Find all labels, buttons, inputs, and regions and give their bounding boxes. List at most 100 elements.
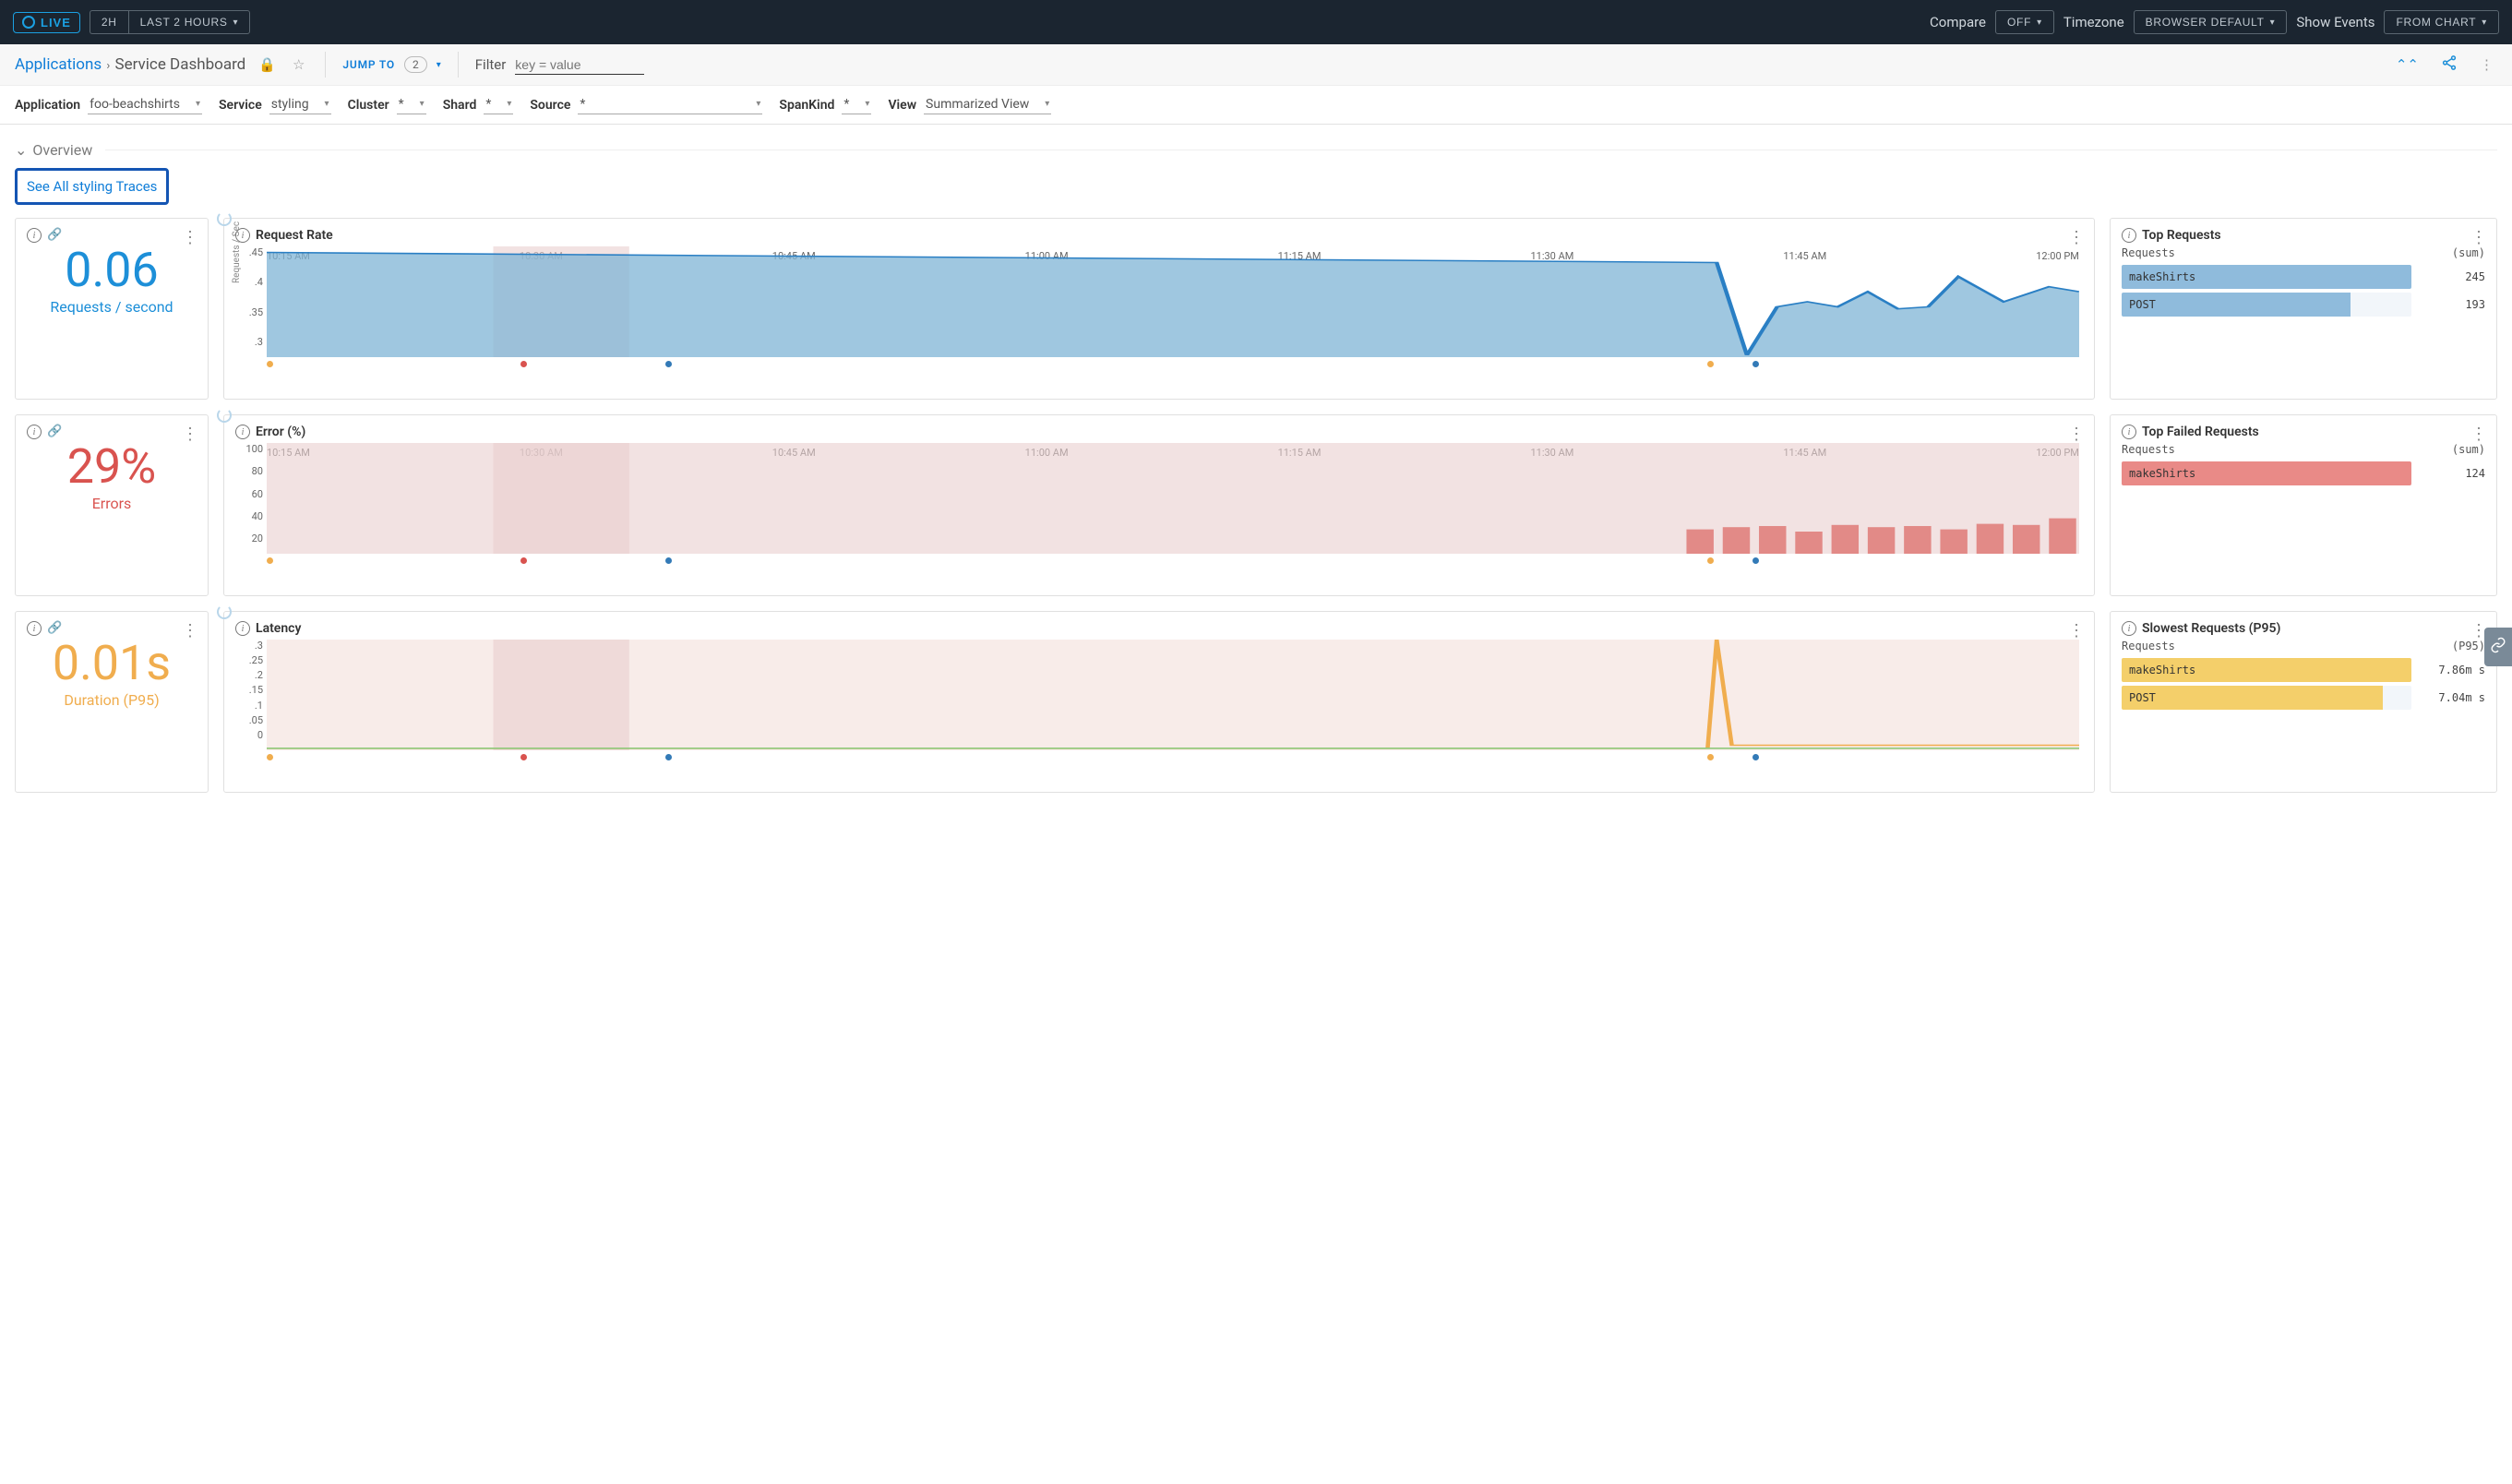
errors-value: 29% bbox=[27, 443, 197, 491]
filter-spankind-select[interactable]: *▾ bbox=[842, 95, 871, 114]
jump-to-button[interactable]: JUMP TO bbox=[342, 58, 395, 71]
bar-row[interactable]: makeShirts7.86m s bbox=[2122, 658, 2485, 682]
compare-button[interactable]: OFF ▾ bbox=[1995, 10, 2054, 34]
event-dot[interactable] bbox=[1752, 754, 1759, 760]
card-menu-icon[interactable]: ⋮ bbox=[182, 228, 198, 247]
event-dot[interactable] bbox=[665, 557, 672, 564]
see-all-traces-highlight: See All styling Traces bbox=[15, 168, 169, 205]
star-icon[interactable]: ☆ bbox=[289, 54, 308, 75]
event-dot[interactable] bbox=[1707, 361, 1714, 367]
link-icon[interactable]: 🔗 bbox=[47, 425, 62, 439]
requests-value: 0.06 bbox=[27, 246, 197, 294]
time-range-long-button[interactable]: LAST 2 HOURS ▾ bbox=[128, 10, 251, 34]
chart-title: Error (%) bbox=[256, 425, 305, 439]
slowest-requests-card: i Slowest Requests (P95) ⋮ Requests(P95)… bbox=[2110, 611, 2497, 793]
filter-cluster-label: Cluster bbox=[348, 98, 389, 113]
card-menu-icon[interactable]: ⋮ bbox=[2470, 425, 2487, 444]
card-menu-icon[interactable]: ⋮ bbox=[182, 621, 198, 640]
request-rate-chart[interactable] bbox=[267, 246, 2079, 357]
filter-source-select[interactable]: *▾ bbox=[578, 95, 762, 114]
event-dot[interactable] bbox=[520, 361, 527, 367]
link-icon[interactable]: 🔗 bbox=[47, 228, 62, 243]
breadcrumb-current: Service Dashboard bbox=[115, 55, 246, 74]
card-menu-icon[interactable]: ⋮ bbox=[2068, 621, 2085, 640]
info-icon[interactable]: i bbox=[2122, 621, 2136, 636]
filter-input[interactable] bbox=[515, 55, 644, 75]
chevron-down-icon: ▾ bbox=[507, 99, 511, 109]
filter-service-label: Service bbox=[219, 98, 262, 113]
live-label: LIVE bbox=[41, 16, 71, 30]
stat-card-errors: i 🔗 ⋮ 29% Errors bbox=[15, 414, 209, 596]
top-failed-title: Top Failed Requests bbox=[2142, 425, 2259, 439]
time-range-group: 2H LAST 2 HOURS ▾ bbox=[90, 10, 250, 34]
event-dot[interactable] bbox=[520, 754, 527, 760]
chevron-down-icon: ▾ bbox=[2270, 18, 2276, 28]
collapse-up-icon[interactable]: ⌃⌃ bbox=[2392, 54, 2422, 75]
overview-section-header[interactable]: ⌄ Overview bbox=[15, 141, 2497, 159]
timezone-button[interactable]: BROWSER DEFAULT ▾ bbox=[2134, 10, 2288, 34]
info-icon[interactable]: i bbox=[2122, 228, 2136, 243]
event-dot[interactable] bbox=[520, 557, 527, 564]
info-icon[interactable]: i bbox=[2122, 425, 2136, 439]
error-chart[interactable] bbox=[267, 443, 2079, 554]
chevron-down-icon: ▾ bbox=[2037, 18, 2042, 28]
bar-row[interactable]: POST7.04m s bbox=[2122, 686, 2485, 710]
top-bar: LIVE 2H LAST 2 HOURS ▾ Compare OFF ▾ Tim… bbox=[0, 0, 2512, 44]
show-events-button[interactable]: FROM CHART ▾ bbox=[2384, 10, 2499, 34]
chart-card-request-rate: i Request Rate ⋮ .45.4.35.3 Requests / S… bbox=[223, 218, 2095, 400]
latency-chart[interactable] bbox=[267, 640, 2079, 750]
chevron-down-icon: ⌄ bbox=[15, 141, 27, 159]
chevron-down-icon: ▾ bbox=[420, 99, 425, 109]
info-icon[interactable]: i bbox=[27, 425, 42, 439]
info-icon[interactable]: i bbox=[235, 425, 250, 439]
more-menu-icon[interactable]: ⋮ bbox=[2476, 54, 2497, 75]
latency-label: Duration (P95) bbox=[27, 691, 197, 709]
chart-card-error: i Error (%) ⋮ 10080604020 10:15 AM10:30 … bbox=[223, 414, 2095, 596]
breadcrumb-bar: Applications › Service Dashboard 🔒 ☆ JUM… bbox=[0, 44, 2512, 86]
time-range-short-button[interactable]: 2H bbox=[90, 10, 128, 34]
filter-application-select[interactable]: foo-beachshirts▾ bbox=[88, 95, 202, 114]
lock-icon[interactable]: 🔒 bbox=[255, 54, 280, 75]
permalink-tab-icon[interactable] bbox=[2484, 628, 2512, 666]
top-requests-card: i Top Requests ⋮ Requests(sum) makeShirt… bbox=[2110, 218, 2497, 400]
filter-service-select[interactable]: styling▾ bbox=[269, 95, 331, 114]
event-dot[interactable] bbox=[665, 754, 672, 760]
live-button[interactable]: LIVE bbox=[13, 12, 80, 33]
loading-spinner-icon bbox=[217, 604, 232, 619]
event-dot[interactable] bbox=[1752, 361, 1759, 367]
info-icon[interactable]: i bbox=[27, 621, 42, 636]
card-menu-icon[interactable]: ⋮ bbox=[2068, 425, 2085, 444]
info-icon[interactable]: i bbox=[235, 621, 250, 636]
card-menu-icon[interactable]: ⋮ bbox=[2068, 228, 2085, 247]
bar-row[interactable]: POST193 bbox=[2122, 293, 2485, 317]
errors-label: Errors bbox=[27, 495, 197, 512]
requests-label: Requests / second bbox=[27, 298, 197, 316]
breadcrumb: Applications › Service Dashboard bbox=[15, 55, 245, 74]
filter-cluster-select[interactable]: *▾ bbox=[397, 95, 426, 114]
bar-row[interactable]: makeShirts245 bbox=[2122, 265, 2485, 289]
breadcrumb-root-link[interactable]: Applications bbox=[15, 55, 102, 74]
event-dot[interactable] bbox=[267, 557, 273, 564]
event-dot[interactable] bbox=[1752, 557, 1759, 564]
event-dot[interactable] bbox=[1707, 754, 1714, 760]
card-menu-icon[interactable]: ⋮ bbox=[182, 425, 198, 444]
top-requests-title: Top Requests bbox=[2142, 228, 2221, 243]
chevron-down-icon: ▾ bbox=[196, 99, 200, 109]
event-dot[interactable] bbox=[267, 754, 273, 760]
event-dot[interactable] bbox=[267, 361, 273, 367]
see-all-traces-link[interactable]: See All styling Traces bbox=[27, 178, 157, 195]
event-dot[interactable] bbox=[1707, 557, 1714, 564]
loading-spinner-icon bbox=[217, 408, 232, 423]
event-dot[interactable] bbox=[665, 361, 672, 367]
share-icon[interactable] bbox=[2437, 53, 2461, 77]
chart-title: Latency bbox=[256, 621, 301, 636]
filter-source-label: Source bbox=[530, 98, 570, 113]
bar-row[interactable]: makeShirts124 bbox=[2122, 461, 2485, 485]
filter-view-select[interactable]: Summarized View▾ bbox=[924, 95, 1051, 114]
info-icon[interactable]: i bbox=[27, 228, 42, 243]
link-icon[interactable]: 🔗 bbox=[47, 621, 62, 636]
chart-card-latency: i Latency ⋮ .3.25.2.15.1.050 10:15 AM10:… bbox=[223, 611, 2095, 793]
chevron-down-icon[interactable]: ▾ bbox=[437, 60, 441, 70]
card-menu-icon[interactable]: ⋮ bbox=[2470, 228, 2487, 247]
filter-shard-select[interactable]: *▾ bbox=[484, 95, 513, 114]
